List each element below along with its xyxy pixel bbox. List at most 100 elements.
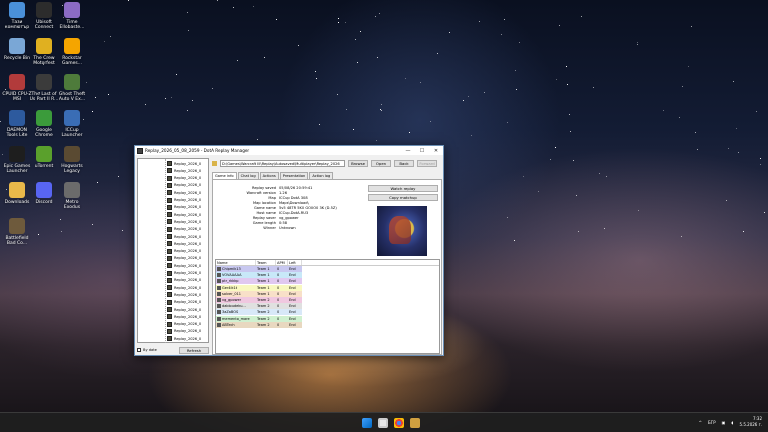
column-apm[interactable]: APM xyxy=(276,260,288,265)
star-dot xyxy=(449,32,450,33)
desktop-icon[interactable]: Hogwarts Legacy xyxy=(55,146,89,184)
hero-icon xyxy=(217,285,221,290)
replay-file-item[interactable]: Replay_2026_0 xyxy=(167,167,201,174)
tab-action-log[interactable]: Action log xyxy=(309,172,334,179)
copy-matchup-button[interactable]: Copy matchup xyxy=(368,194,438,201)
replay-file-list[interactable]: Replay_2026_0 Replay_2026_0 Replay_2026_0 R… xyxy=(137,158,209,343)
volume-icon[interactable]: ◖ xyxy=(731,420,733,425)
replay-file-item[interactable]: Replay_2026_0 xyxy=(167,335,201,342)
open-button[interactable]: Open xyxy=(371,160,391,167)
player-team-cell-text: Team 2 xyxy=(257,298,270,303)
replay-file-item[interactable]: Replay_2026_0 xyxy=(167,197,201,204)
star-dot xyxy=(61,231,62,232)
replay-file-item[interactable]: Replay_2026_0 xyxy=(167,160,201,167)
title-bar[interactable]: Replay_2026_05_08_2059 - DotA Replay Man… xyxy=(135,146,443,155)
maximize-button[interactable]: ☐ xyxy=(415,146,429,155)
back-button[interactable]: Back xyxy=(394,160,414,167)
replay-file-item[interactable]: Replay_2026_0 xyxy=(167,277,201,284)
minimize-button[interactable]: — xyxy=(401,146,415,155)
hero-icon xyxy=(217,279,221,284)
replay-file-item[interactable]: Replay_2026_0 xyxy=(167,226,201,233)
replay-file-item[interactable]: Replay_2026_0 xyxy=(167,204,201,211)
tab-chat-log[interactable]: Chat log xyxy=(237,172,259,179)
star-dot xyxy=(409,132,410,133)
path-input[interactable] xyxy=(220,160,345,167)
start-windows-icon[interactable] xyxy=(362,418,372,428)
tab-actions[interactable]: Actions xyxy=(259,172,279,179)
replay-file-item[interactable]: Replay_2026_0 xyxy=(167,175,201,182)
tab-presentation[interactable]: Presentation xyxy=(279,172,309,179)
replay-file-item[interactable]: Replay_2026_0 xyxy=(167,328,201,335)
star-dot xyxy=(379,13,380,14)
replay-file-item[interactable]: Replay_2026_0 xyxy=(167,211,201,218)
replay-file-item[interactable]: Replay_2026_0 xyxy=(167,218,201,225)
tab-game-info[interactable]: Game info xyxy=(212,172,237,179)
network-icon[interactable]: ▣ xyxy=(722,420,726,425)
replay-file-name: Replay_2026_0 xyxy=(174,278,202,283)
browse-button[interactable]: Browse xyxy=(348,160,368,167)
language-indicator[interactable]: БГР xyxy=(708,420,716,425)
player-row[interactable]: ABTech Team 2 0 End xyxy=(216,321,439,328)
star-dot xyxy=(504,19,505,20)
player-apm-cell: 0 xyxy=(276,315,288,322)
players-rows: Chipmik13 Team 1 0 End VOVAAAAA Team 1 0 End ptr… xyxy=(216,266,439,328)
replay-file-item[interactable]: Replay_2026_0 xyxy=(167,233,201,240)
clock[interactable]: 7:32 5.5.2026 г. xyxy=(740,416,762,428)
replay-file-item[interactable]: Replay_2026_0 xyxy=(167,189,201,196)
app-shortcut-icon xyxy=(36,146,52,162)
refresh-button[interactable]: Refresh xyxy=(179,346,209,354)
star-dot xyxy=(276,19,277,20)
desktop-icon[interactable]: Ghost Theft Auto V Ex... xyxy=(55,74,89,112)
replay-file-item[interactable]: Replay_2026_0 xyxy=(167,313,201,320)
info-value: ICCup DotA 308 xyxy=(279,195,308,200)
app-shortcut-icon xyxy=(9,182,25,198)
star-dot xyxy=(681,236,682,237)
player-name-cell: memento_mare xyxy=(216,315,256,322)
replay-file-item[interactable]: Replay_2026_0 xyxy=(167,321,201,328)
replay-manager-taskbar-icon[interactable] xyxy=(410,418,420,428)
search-icon[interactable] xyxy=(378,418,388,428)
game-info-list: Replay saved 05/08/26 20:59:41 Warcraft ve… xyxy=(215,185,363,230)
chrome-icon[interactable] xyxy=(394,418,404,428)
watch-replay-button[interactable]: Watch replay xyxy=(368,185,438,192)
star-dot xyxy=(738,152,739,153)
player-left-cell-text: End xyxy=(289,291,296,296)
star-dot xyxy=(377,57,378,58)
player-name-cell: solver_011 xyxy=(216,290,256,297)
desktop-icon[interactable]: Time Ellobaste... xyxy=(55,2,89,40)
replay-file-item[interactable]: Replay_2026_0 xyxy=(167,299,201,306)
desktop-icon[interactable]: Battlefield Bad Co... xyxy=(0,218,34,256)
star-dot xyxy=(192,100,193,101)
desktop-icon[interactable]: Metro Exodus xyxy=(55,182,89,220)
desktop-icon[interactable]: ICCup Launcher xyxy=(55,110,89,148)
player-name-cell: vg_gpower xyxy=(216,297,256,304)
column-name[interactable]: Name xyxy=(216,260,256,265)
folder-tree[interactable] xyxy=(138,159,166,343)
replay-file-name: Replay_2026_0 xyxy=(174,322,202,327)
replay-file-name: Replay_2026_0 xyxy=(174,300,202,305)
sort-by-date-checkbox[interactable] xyxy=(137,348,141,352)
chevron-up-icon[interactable]: ^ xyxy=(699,420,702,425)
replay-file-item[interactable]: Replay_2026_0 xyxy=(167,306,201,313)
star-dot xyxy=(95,97,96,98)
desktop-icon[interactable]: Rockstar Games... xyxy=(55,38,89,76)
close-button[interactable]: ✕ xyxy=(429,146,443,155)
replay-file-item[interactable]: Replay_2026_0 xyxy=(167,255,201,262)
replay-file-item[interactable]: Replay_2026_0 xyxy=(167,248,201,255)
player-left-cell: End xyxy=(288,309,302,316)
replay-file-item[interactable]: Replay_2026_0 xyxy=(167,284,201,291)
star-dot xyxy=(346,109,347,110)
replay-file-icon xyxy=(167,321,172,327)
app-shortcut-icon xyxy=(9,2,25,18)
player-team-cell-text: Team 1 xyxy=(257,279,270,284)
forward-button[interactable]: Forward xyxy=(417,160,437,167)
column-left[interactable]: Left xyxy=(288,260,302,265)
replay-file-item[interactable]: Replay_2026_0 xyxy=(167,262,201,269)
star-dot xyxy=(171,97,172,98)
players-table[interactable]: Name Team APM Left Chipmik13 Team 1 0 End VO… xyxy=(215,259,440,354)
replay-file-item[interactable]: Replay_2026_0 xyxy=(167,182,201,189)
column-team[interactable]: Team xyxy=(256,260,276,265)
replay-file-item[interactable]: Replay_2026_0 xyxy=(167,240,201,247)
replay-file-item[interactable]: Replay_2026_0 xyxy=(167,291,201,298)
replay-file-item[interactable]: Replay_2026_0 xyxy=(167,270,201,277)
